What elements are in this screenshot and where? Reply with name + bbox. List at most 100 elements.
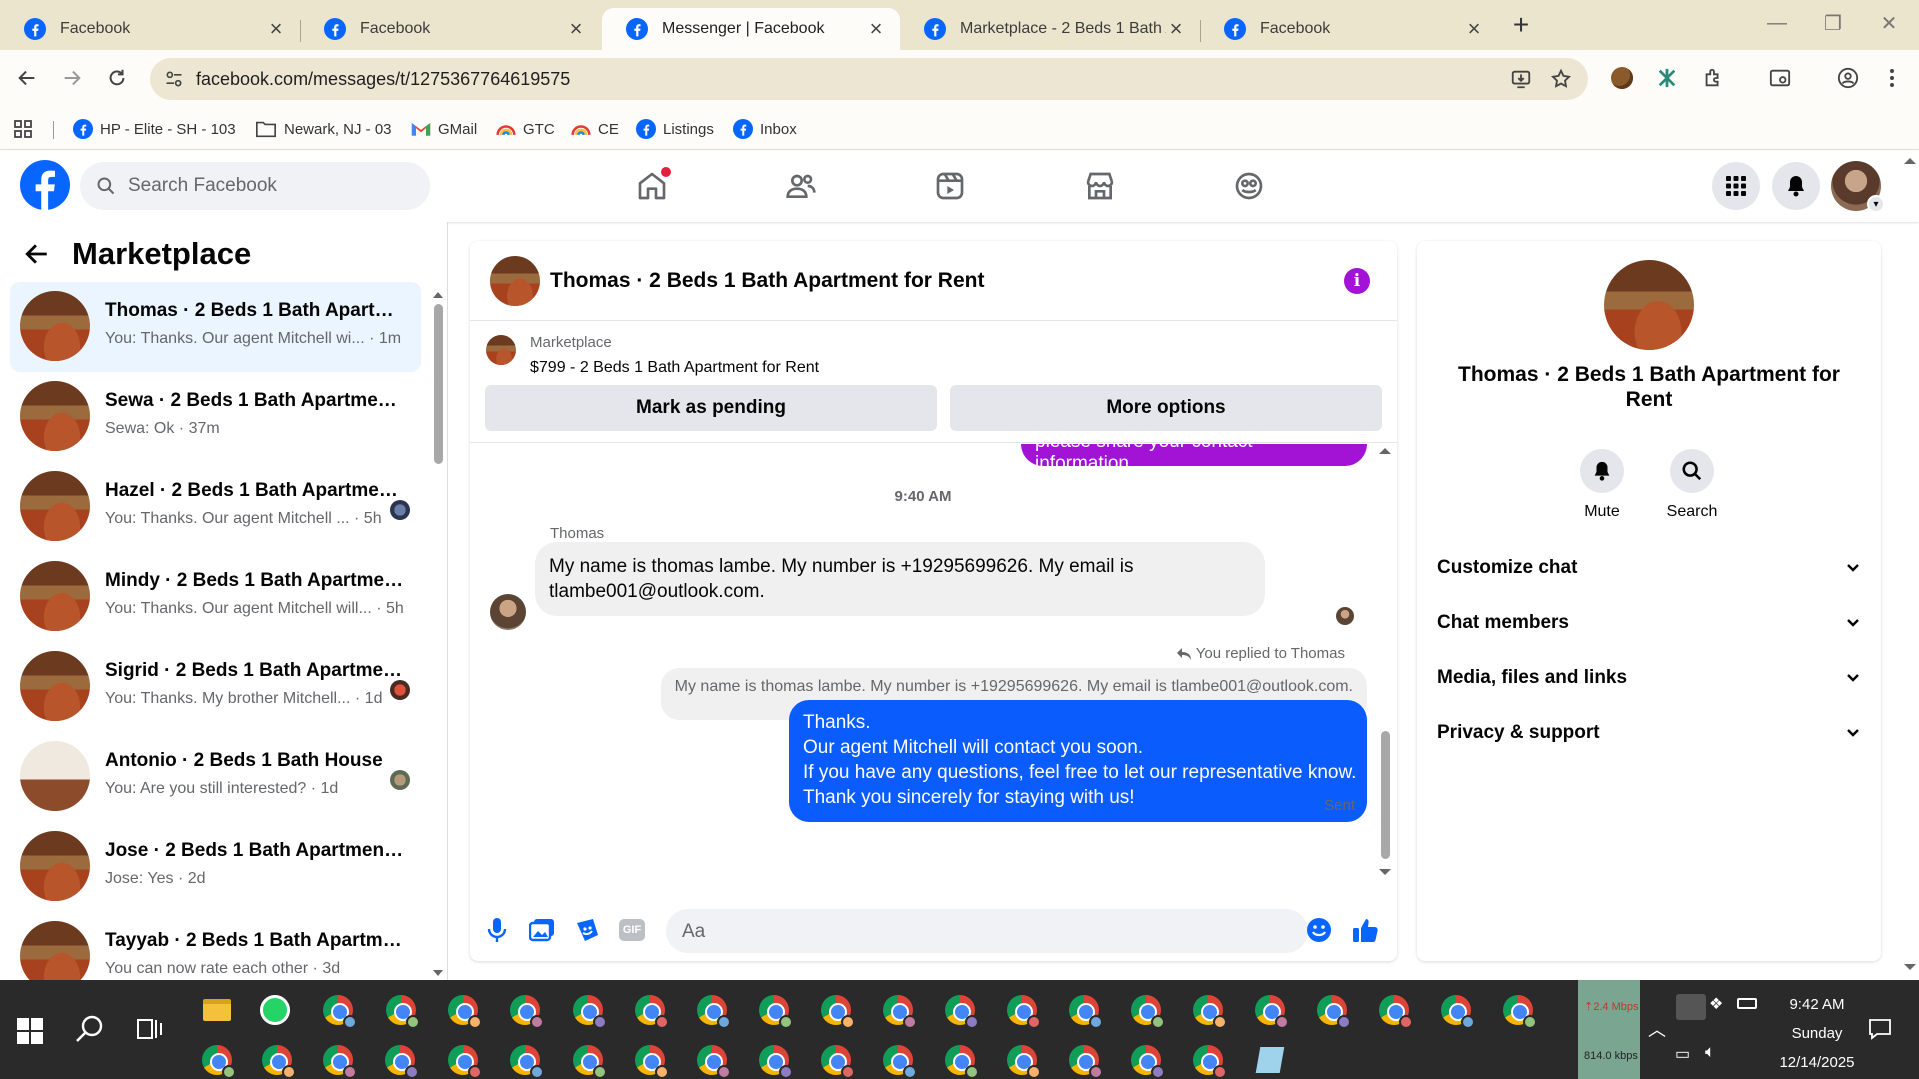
facebook-logo-icon[interactable] [20,160,70,210]
chrome-profile-icon[interactable] [690,1038,734,1079]
minimize-icon[interactable]: — [1754,8,1800,38]
gif-icon[interactable]: GIF [617,915,647,945]
privacy-support-row[interactable]: Privacy & support [1437,713,1861,753]
chrome-profile-icon[interactable] [316,1038,360,1079]
chrome-profile-icon[interactable] [814,988,858,1032]
tab-search-icon[interactable] [1764,62,1796,94]
sender-avatar[interactable] [490,594,526,630]
browser-menu-icon[interactable] [1876,62,1908,94]
emoji-icon[interactable] [1304,915,1334,945]
media-files-links-row[interactable]: Media, files and links [1437,658,1861,698]
mark-as-pending-button[interactable]: Mark as pending [485,385,937,431]
chrome-profile-icon[interactable] [1372,988,1416,1032]
listing-title[interactable]: $799 - 2 Beds 1 Bath Apartment for Rent [530,359,819,377]
search-in-conversation-button[interactable]: Search [1652,449,1732,521]
url-text[interactable]: facebook.com/messages/t/1275367764619575 [196,69,570,90]
back-arrow-icon[interactable] [24,241,50,267]
scroll-up-arrow-icon[interactable] [1378,446,1392,456]
chrome-profile-icon[interactable] [503,988,547,1032]
back-button[interactable] [11,62,43,94]
close-window-icon[interactable]: ✕ [1866,8,1912,38]
close-tab-icon[interactable]: × [566,16,586,41]
page-scroll-up-arrow-icon[interactable] [1903,156,1917,166]
volume-icon[interactable]: 🔈︎ [1705,1042,1715,1062]
profile-icon[interactable] [1832,62,1864,94]
task-view-icon[interactable] [137,1016,163,1042]
taskbar-search-icon[interactable] [75,1014,105,1044]
chrome-profile-icon[interactable] [503,1038,547,1079]
chrome-profile-icon[interactable] [752,1038,796,1079]
chrome-profile-icon[interactable] [938,1038,982,1079]
reload-button[interactable] [101,62,133,94]
bookmark-item[interactable]: GMail [411,116,477,142]
system-clock[interactable]: 9:42 AM Sunday 12/14/2025 [1762,990,1872,1077]
chat-title[interactable]: Thomas · 2 Beds 1 Bath Apartment for Ren… [550,269,984,293]
close-tab-icon[interactable]: × [266,16,286,41]
chrome-profile-icon[interactable] [566,1038,610,1079]
chrome-profile-icon[interactable] [378,1038,422,1079]
feather-tray-icon[interactable] [1676,994,1706,1020]
chrome-profile-icon[interactable] [1062,988,1106,1032]
browser-tab[interactable]: Facebook × [1200,8,1498,50]
extension-icon[interactable] [1651,62,1683,94]
dropbox-icon[interactable]: ❖ [1709,994,1723,1014]
chat-scroll-thumb[interactable] [1381,731,1390,859]
conversation-item[interactable]: Thomas · 2 Beds 1 Bath Apartment for Ren… [10,282,421,372]
conversation-item[interactable]: Tayyab · 2 Beds 1 Bath Apartment for Ren… [10,912,421,980]
conversation-item[interactable]: Antonio · 2 Beds 1 Bath House You: Are y… [10,732,421,822]
windows-start-icon[interactable] [17,1018,43,1044]
conversation-item[interactable]: Mindy · 2 Beds 1 Bath Apartment for Rent… [10,552,421,642]
new-tab-button[interactable]: + [1508,11,1534,39]
sidebar-scroll-thumb[interactable] [434,304,443,464]
close-tab-icon[interactable]: × [1464,16,1484,41]
show-hidden-icons[interactable]: ︿ [1648,1016,1666,1042]
bookmark-item[interactable]: Newark, NJ - 03 [255,116,392,142]
listing-thumbnail[interactable] [486,335,516,365]
browser-tab[interactable]: Facebook × [0,8,300,50]
page-scroll-down-arrow-icon[interactable] [1903,962,1917,972]
whatsapp-icon[interactable] [253,988,297,1032]
chrome-profile-icon[interactable] [628,988,672,1032]
chrome-profile-icon[interactable] [1124,988,1168,1032]
chat-avatar[interactable] [490,256,540,306]
address-bar[interactable]: facebook.com/messages/t/1275367764619575 [150,58,1588,100]
browser-tab[interactable]: Marketplace - 2 Beds 1 Bath Ap × [900,8,1200,50]
notifications-button[interactable] [1772,162,1820,210]
nav-friends[interactable] [771,160,831,212]
mute-button[interactable]: Mute [1562,449,1642,521]
browser-tab[interactable]: Facebook × [300,8,600,50]
voice-clip-icon[interactable] [482,915,512,945]
more-options-button[interactable]: More options [950,385,1382,431]
scroll-down-arrow-icon[interactable] [1378,867,1392,877]
restore-icon[interactable]: ❐ [1810,8,1856,38]
battery-icon[interactable] [1737,998,1757,1009]
conversation-item[interactable]: Jose · 2 Beds 1 Bath Apartment for Rent … [10,822,421,912]
bookmark-item[interactable]: GTC [496,116,555,142]
account-avatar[interactable]: ▾ [1831,161,1885,213]
bookmark-star-icon[interactable] [1550,68,1572,90]
photo-icon[interactable] [527,915,557,945]
nav-video[interactable] [920,160,980,212]
forward-button[interactable] [56,62,88,94]
chrome-profile-icon[interactable] [876,1038,920,1079]
close-tab-icon[interactable]: × [1166,16,1186,41]
customize-chat-row[interactable]: Customize chat [1437,548,1861,588]
chrome-profile-icon[interactable] [379,988,423,1032]
chrome-profile-icon[interactable] [441,1038,485,1079]
apps-grid-icon[interactable] [14,116,32,142]
chrome-profile-icon[interactable] [1000,988,1044,1032]
chrome-profile-icon[interactable] [1186,1038,1230,1079]
chrome-profile-icon[interactable] [814,1038,858,1079]
chat-avatar-large[interactable] [1604,260,1694,350]
facebook-search-input[interactable]: Search Facebook [80,162,430,210]
chrome-profile-icon[interactable] [1310,988,1354,1032]
nav-marketplace[interactable] [1070,160,1130,212]
bookmark-item[interactable]: HP - Elite - SH - 103 [73,116,236,142]
bookmark-item[interactable]: Listings [636,116,714,142]
chrome-profile-icon[interactable] [1186,988,1230,1032]
bookmark-item[interactable]: CE [571,116,619,142]
chrome-profile-icon[interactable] [628,1038,672,1079]
nav-gaming[interactable] [1219,160,1279,212]
chrome-profile-icon[interactable] [316,988,360,1032]
file-explorer-icon[interactable] [195,988,239,1032]
